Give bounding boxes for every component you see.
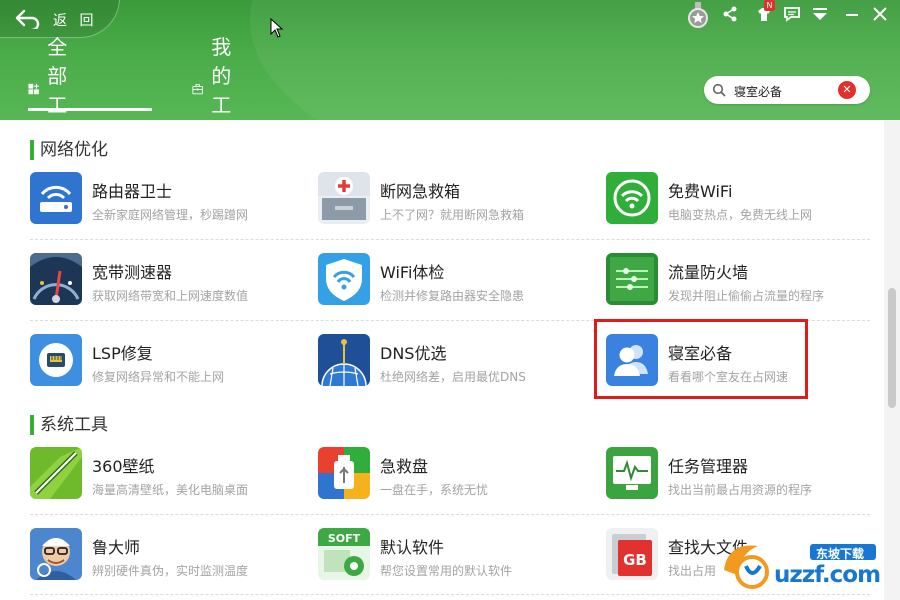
tool-item-free-wifi[interactable]: 免费WiFi 电脑变热点，免费无线上网	[606, 172, 876, 232]
section-title-system: 系统工具	[30, 415, 108, 435]
svg-text:SOFT: SOFT	[328, 532, 361, 545]
notification-badge: N	[764, 0, 775, 11]
message-icon[interactable]	[782, 4, 802, 24]
speedometer-icon	[30, 253, 82, 305]
task-manager-icon	[606, 447, 658, 499]
active-tab-indicator	[28, 108, 152, 111]
tab-all-tools-label: 全部工具	[47, 35, 68, 117]
dns-globe-icon	[318, 334, 370, 386]
tool-desc: 全新家庭网络管理，秒踢蹭网	[92, 208, 249, 222]
vertical-scrollbar[interactable]	[884, 120, 900, 600]
watermark-brand: uzzf.com	[774, 562, 881, 588]
tool-name: DNS优选	[380, 344, 447, 363]
tool-name: 任务管理器	[668, 457, 749, 476]
wifi-shield-icon	[318, 253, 370, 305]
tool-desc: 检测并修复路由器安全隐患	[380, 289, 525, 303]
tab-all-tools[interactable]: 全部工具	[28, 35, 82, 117]
watermark-tagline: 东坡下载	[816, 547, 865, 561]
tool-name: 免费WiFi	[668, 182, 733, 201]
menu-dropdown-icon[interactable]	[810, 4, 830, 24]
tab-my-tools-label: 我的工具	[211, 35, 232, 117]
tool-item-ludashi[interactable]: 鲁大师 辨别硬件真伪，实时监测温度	[30, 528, 300, 588]
section-title-network: 网络优化	[30, 140, 108, 160]
tool-item-speed-test[interactable]: 宽带测速器 获取网络带宽和上网速度数值	[30, 253, 300, 313]
tool-item-first-aid[interactable]: 断网急救箱 上不了网？就用断网急救箱	[318, 172, 588, 232]
tool-item-lsp-repair[interactable]: LSP修复 修复网络异常和不能上网	[30, 334, 300, 394]
tool-item-default-software[interactable]: SOFT 默认软件 帮您设置常用的默认软件	[318, 528, 588, 588]
back-arrow-icon	[15, 9, 40, 29]
tool-desc: 找出占用	[668, 564, 717, 578]
tool-item-task-manager[interactable]: 任务管理器 找出当前最占用资源的程序	[606, 447, 876, 507]
rescue-usb-icon	[318, 447, 370, 499]
tool-name: 流量防火墙	[668, 263, 749, 282]
tool-desc: 一盘在手，系统无忧	[380, 483, 489, 497]
tool-name: 默认软件	[380, 538, 445, 557]
tool-name: 路由器卫士	[92, 182, 173, 201]
search-box: ✕	[704, 76, 870, 104]
search-icon	[712, 83, 726, 97]
router-guard-icon	[30, 172, 82, 224]
tool-desc: 杜绝网络差，启用最优DNS	[380, 370, 526, 384]
tool-item-rescue-disk[interactable]: 急救盘 一盘在手，系统无忧	[318, 447, 588, 507]
tool-item-wifi-check[interactable]: WiFi体检 检测并修复路由器安全隐患	[318, 253, 588, 313]
share-icon[interactable]	[720, 4, 740, 24]
tool-name: 宽带测速器	[92, 263, 173, 282]
tool-desc: 修复网络异常和不能上网	[92, 370, 225, 384]
tool-desc: 发现并阻止偷偷占流量的程序	[668, 289, 825, 303]
tab-my-tools[interactable]: 我的工具	[192, 35, 246, 117]
wallpaper-icon	[30, 447, 82, 499]
free-wifi-icon	[606, 172, 658, 224]
tool-name: 断网急救箱	[380, 182, 461, 201]
tool-name: WiFi体检	[380, 263, 445, 282]
first-aid-kit-icon	[318, 172, 370, 224]
mouse-cursor-icon	[270, 18, 284, 38]
skin-medal-icon[interactable]	[686, 2, 710, 28]
tool-item-wallpaper[interactable]: 360壁纸 海量高清壁纸，美化电脑桌面	[30, 447, 300, 507]
update-shirt-icon[interactable]: N	[754, 0, 775, 24]
tool-desc: 帮您设置常用的默认软件	[380, 564, 513, 578]
clear-search-icon[interactable]: ✕	[838, 81, 856, 99]
close-icon[interactable]	[870, 4, 890, 24]
tool-name: 鲁大师	[92, 538, 141, 557]
ludashi-icon	[30, 528, 82, 580]
tool-desc: 海量高清壁纸，美化电脑桌面	[92, 483, 249, 497]
scrollbar-thumb[interactable]	[888, 288, 896, 408]
tool-item-router-guard[interactable]: 路由器卫士 全新家庭网络管理，秒踢蹭网	[30, 172, 300, 232]
highlight-box	[594, 319, 808, 399]
site-watermark: 东坡下载 uzzf.com	[718, 536, 894, 596]
tool-item-traffic-firewall[interactable]: 流量防火墙 发现并阻止偷偷占流量的程序	[606, 253, 876, 313]
default-software-icon: SOFT	[318, 528, 370, 580]
toolbox-icon	[192, 84, 203, 95]
tool-desc: 找出当前最占用资源的程序	[668, 483, 813, 497]
back-label: 返 回	[53, 13, 98, 29]
minimize-icon[interactable]	[842, 4, 862, 24]
tool-name: 360壁纸	[92, 457, 155, 476]
big-file-finder-icon: GB	[606, 528, 658, 580]
lsp-repair-icon	[30, 334, 82, 386]
grid-plus-icon	[28, 83, 39, 95]
tool-name: 急救盘	[380, 457, 429, 476]
search-input[interactable]	[732, 80, 836, 102]
tool-item-dns[interactable]: DNS优选 杜绝网络差，启用最优DNS	[318, 334, 588, 394]
tool-name: LSP修复	[92, 344, 153, 363]
traffic-firewall-icon	[606, 253, 658, 305]
tool-desc: 获取网络带宽和上网速度数值	[92, 289, 249, 303]
tool-desc: 辨别硬件真伪，实时监测温度	[92, 564, 249, 578]
svg-text:GB: GB	[623, 551, 647, 569]
tool-desc: 上不了网？就用断网急救箱	[380, 208, 525, 222]
tools-list: 网络优化 路由器卫士 全新家庭网络管理，秒踢蹭网 断网急救箱 上不了网？就用断网…	[0, 120, 884, 600]
header-bar: 返 回 N 全部工 我的工 寝室必备 ✕	[0, 0, 900, 120]
tool-desc: 电脑变热点，免费无线上网	[668, 208, 813, 222]
